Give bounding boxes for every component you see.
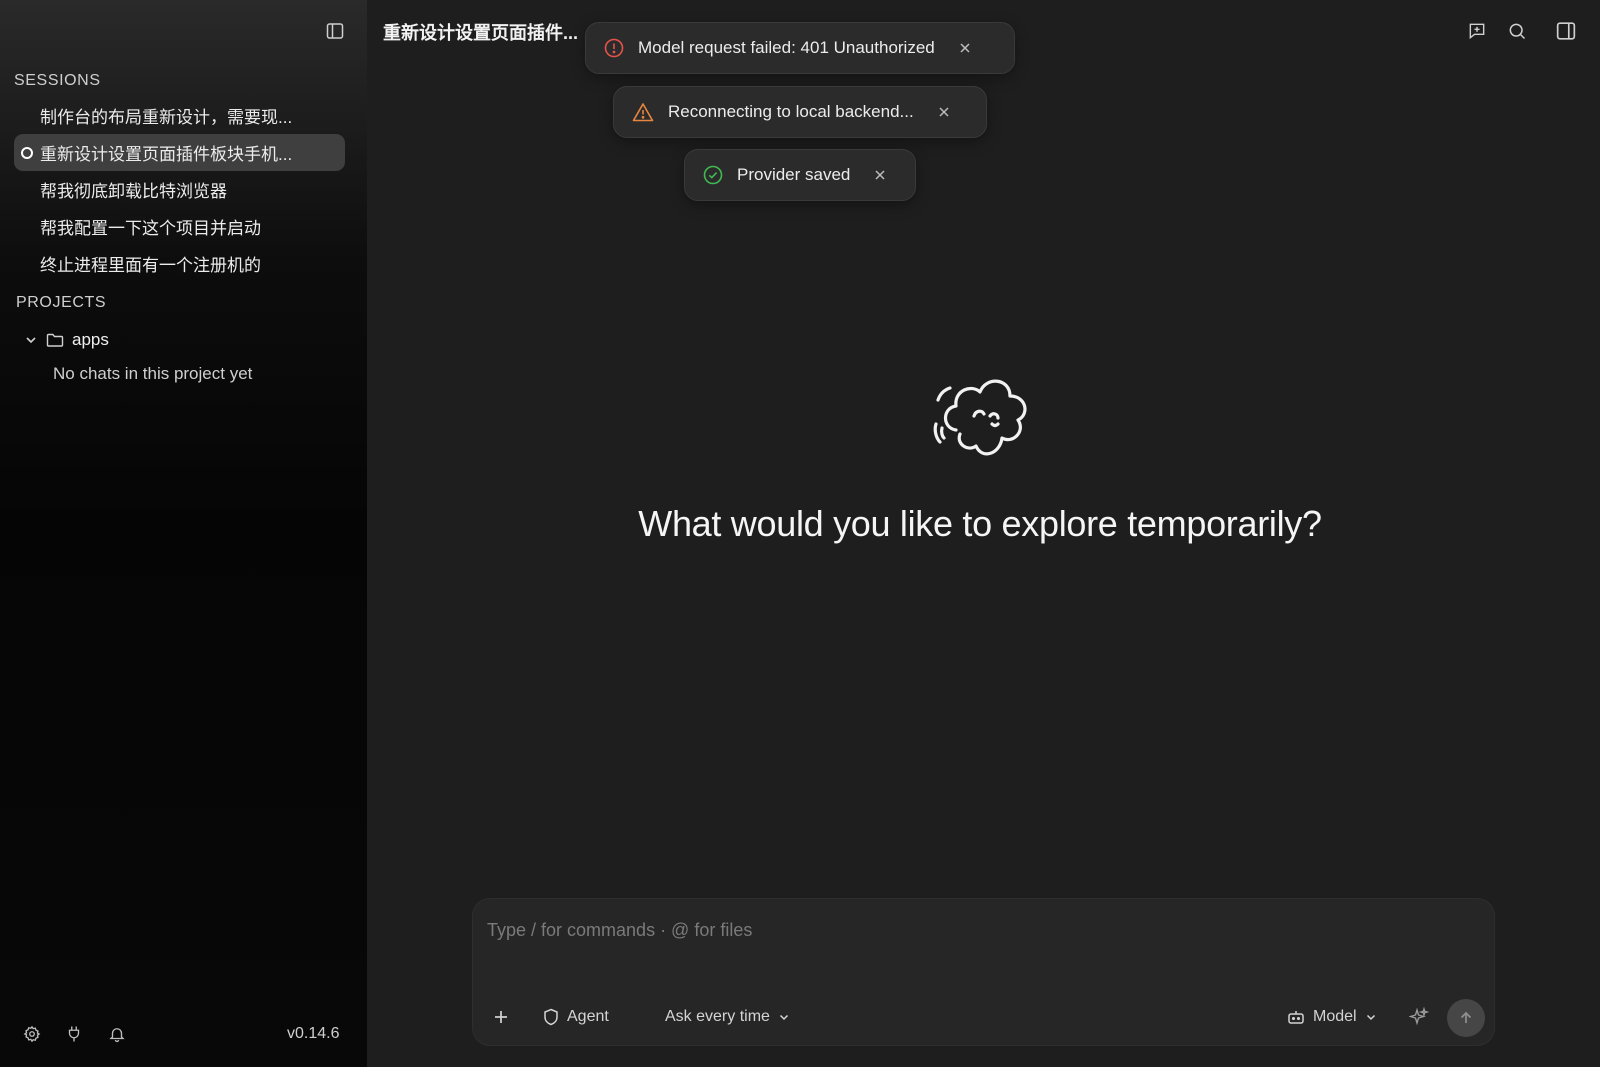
send-button[interactable]: [1447, 999, 1485, 1037]
empty-state-heading: What would you like to explore temporari…: [638, 503, 1322, 544]
arrow-up-icon: [1458, 1010, 1474, 1026]
app-version: v0.14.6: [287, 1025, 340, 1042]
model-label: Model: [1313, 1008, 1357, 1025]
active-session-indicator-icon: [21, 147, 33, 159]
toast-error: Model request failed: 401 Unauthorized: [585, 22, 1015, 74]
sidebar-toggle-icon[interactable]: [322, 18, 348, 44]
plug-icon[interactable]: [63, 1023, 85, 1045]
session-label: 帮我配置一下这个项目并启动: [40, 219, 261, 238]
enhance-prompt-button[interactable]: [1409, 1004, 1429, 1030]
session-item-active[interactable]: 重新设计设置页面插件板块手机...: [14, 134, 345, 171]
gear-icon[interactable]: [21, 1023, 43, 1045]
check-circle-icon: [703, 165, 723, 185]
session-label: 重新设计设置页面插件板块手机...: [40, 145, 293, 164]
session-label: 终止进程里面有一个注册机的: [40, 256, 261, 275]
chevron-down-icon: [1365, 1011, 1377, 1023]
mascot-cloud-icon: [930, 370, 1045, 470]
session-item[interactable]: 终止进程里面有一个注册机的: [14, 245, 345, 282]
warning-triangle-icon: [632, 102, 654, 122]
toast-message: Reconnecting to local backend...: [668, 102, 914, 121]
search-icon[interactable]: [1504, 18, 1530, 44]
session-item[interactable]: 制作台的布局重新设计，需要现...: [14, 97, 345, 134]
toast-warning: Reconnecting to local backend...: [613, 86, 987, 138]
close-icon[interactable]: [959, 42, 971, 54]
project-folder-apps[interactable]: apps: [24, 327, 109, 353]
bell-icon[interactable]: [106, 1023, 128, 1045]
close-icon[interactable]: [874, 169, 886, 181]
toast-message: Model request failed: 401 Unauthorized: [638, 38, 935, 57]
chat-title: 重新设计设置页面插件...: [383, 23, 579, 43]
agent-mode-label: Agent: [567, 1008, 609, 1025]
permission-mode-dropdown[interactable]: Ask every time: [665, 1004, 790, 1030]
project-empty-note: No chats in this project yet: [53, 364, 253, 383]
sessions-heading: SESSIONS: [14, 72, 101, 89]
toast-success: Provider saved: [684, 149, 916, 201]
session-item[interactable]: 帮我配置一下这个项目并启动: [14, 208, 345, 245]
sparkle-icon: [1409, 1007, 1429, 1027]
permission-mode-label: Ask every time: [665, 1008, 770, 1025]
plus-icon: [493, 1009, 509, 1025]
message-input[interactable]: [487, 913, 1477, 947]
new-chat-icon[interactable]: [1464, 18, 1490, 44]
sidebar: SESSIONS 制作台的布局重新设计，需要现... 重新设计设置页面插件板块手…: [0, 0, 367, 1067]
error-circle-icon: [604, 38, 624, 58]
projects-heading: PROJECTS: [16, 294, 107, 311]
agent-mode-button[interactable]: Agent: [543, 1004, 609, 1030]
shield-icon: [543, 1008, 559, 1026]
session-label: 制作台的布局重新设计，需要现...: [40, 108, 293, 127]
toast-message: Provider saved: [737, 165, 851, 184]
session-item[interactable]: 帮我彻底卸载比特浏览器: [14, 171, 345, 208]
composer: Agent Ask every time Model: [472, 898, 1495, 1046]
chevron-down-icon: [778, 1011, 790, 1023]
model-selector-dropdown[interactable]: Model: [1287, 1004, 1377, 1030]
robot-icon: [1287, 1009, 1305, 1025]
session-label: 帮我彻底卸载比特浏览器: [40, 182, 227, 201]
project-name: apps: [72, 330, 109, 349]
chevron-down-icon[interactable]: [24, 333, 38, 347]
panel-right-icon[interactable]: [1553, 18, 1579, 44]
add-attachment-button[interactable]: [493, 1004, 509, 1030]
app-window: SESSIONS 制作台的布局重新设计，需要现... 重新设计设置页面插件板块手…: [0, 0, 1600, 1067]
close-icon[interactable]: [938, 106, 950, 118]
folder-icon: [46, 332, 64, 348]
